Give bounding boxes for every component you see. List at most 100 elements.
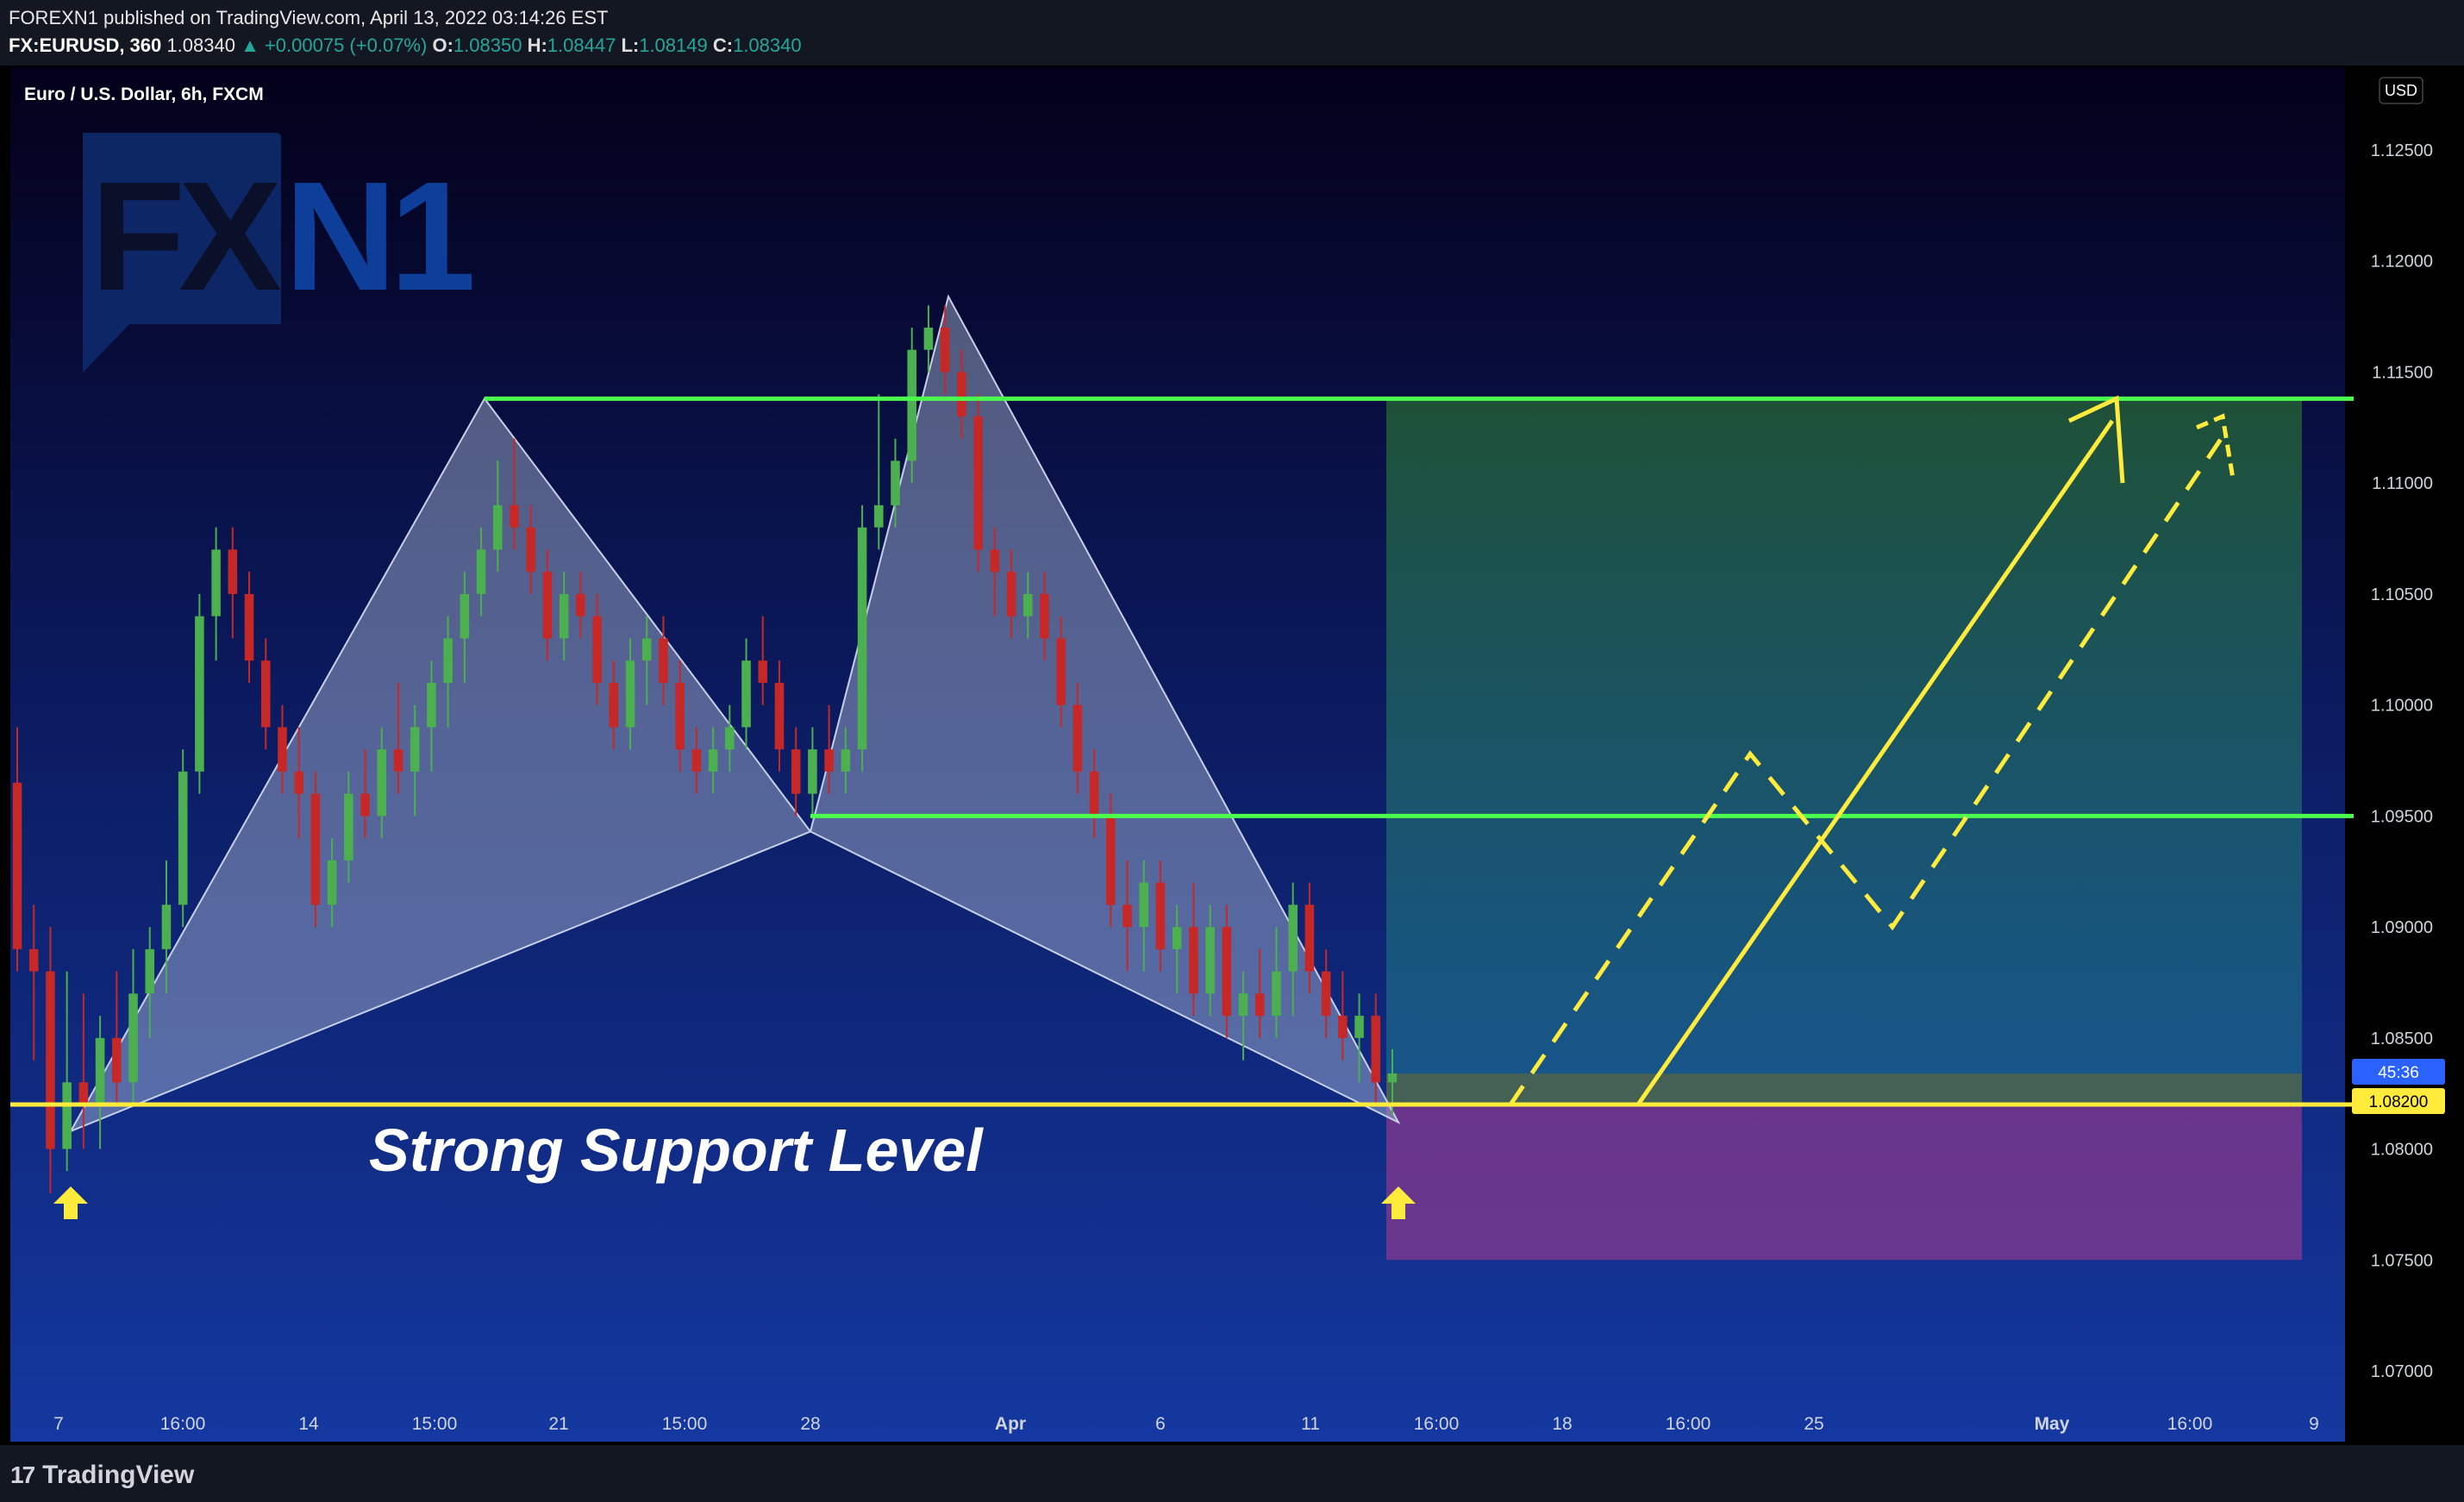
current-price-label: 1.08200 xyxy=(2369,1093,2429,1111)
candle-body xyxy=(62,1082,72,1149)
x-tick-label: 9 xyxy=(2309,1414,2319,1434)
candle-body xyxy=(1022,593,1033,616)
candle-body xyxy=(228,549,238,594)
candle-body xyxy=(1222,927,1232,1017)
candle-body xyxy=(493,504,503,550)
candle-body xyxy=(824,749,834,772)
candle-body xyxy=(1338,1016,1348,1038)
candle-body xyxy=(957,372,966,416)
candle-body xyxy=(28,948,39,972)
x-tick-label: 16:00 xyxy=(1414,1414,1460,1434)
x-tick-label: 18 xyxy=(1552,1414,1572,1434)
change: ▲ +0.00075 (+0.07%) xyxy=(241,34,428,56)
candle-body xyxy=(1387,1073,1398,1083)
y-tick-label: 1.07000 xyxy=(2371,1362,2433,1381)
candle-body xyxy=(327,860,337,905)
high-label: H: xyxy=(527,34,547,56)
brand-name: TradingView xyxy=(42,1461,195,1489)
low-value: 1.08149 xyxy=(639,34,708,56)
candle-body xyxy=(1155,882,1166,949)
x-tick-label: 15:00 xyxy=(412,1414,458,1434)
candle-body xyxy=(393,749,403,772)
candle-body xyxy=(641,638,652,661)
candle-body xyxy=(907,349,916,461)
candle-body xyxy=(1321,971,1331,1017)
candle-body xyxy=(808,749,817,794)
candle-body xyxy=(360,793,370,817)
candle-body xyxy=(476,549,486,594)
symbol[interactable]: FX:EURUSD, 360 xyxy=(9,34,161,56)
candle-body xyxy=(427,682,436,728)
x-tick-label: 11 xyxy=(1301,1414,1320,1434)
candle-body xyxy=(1189,927,1198,994)
candle-body xyxy=(260,660,271,728)
y-tick-label: 1.12500 xyxy=(2371,141,2433,160)
x-tick-label: 16:00 xyxy=(2167,1414,2213,1434)
candle-body xyxy=(161,904,172,949)
currency-badge[interactable]: USD xyxy=(2385,82,2417,99)
candle-body xyxy=(542,572,553,639)
footer: 17 TradingView xyxy=(0,1445,2464,1502)
candle-body xyxy=(95,1037,105,1105)
candle-body xyxy=(758,660,768,683)
x-tick-label: 15:00 xyxy=(662,1414,708,1434)
y-tick-label: 1.09500 xyxy=(2371,807,2433,826)
candle-body xyxy=(78,1082,89,1105)
candle-body xyxy=(691,749,702,772)
x-tick-label: 7 xyxy=(53,1414,64,1434)
tradingview-brand[interactable]: 17 TradingView xyxy=(10,1461,194,1490)
candle-body xyxy=(1139,882,1149,928)
y-tick-label: 1.12000 xyxy=(2371,253,2433,272)
y-tick-label: 1.10000 xyxy=(2371,697,2433,716)
candle-body xyxy=(46,971,55,1149)
low-label: L: xyxy=(621,34,640,56)
close-label: C: xyxy=(712,34,734,56)
support-annotation: Strong Support Level xyxy=(369,1117,984,1184)
candle-body xyxy=(973,416,983,550)
candle-body xyxy=(443,638,453,683)
candle-body xyxy=(195,616,204,772)
candle-body xyxy=(774,682,785,750)
candle-body xyxy=(145,948,155,994)
candle-body xyxy=(112,1037,122,1083)
y-tick-label: 1.10500 xyxy=(2371,585,2433,604)
x-tick-label: 21 xyxy=(548,1414,568,1434)
candle-body xyxy=(377,749,387,817)
candle-body xyxy=(294,771,303,794)
candle-body xyxy=(576,593,585,616)
ohlc-line: FX:EURUSD, 360 1.08340 ▲ +0.00075 (+0.07… xyxy=(9,34,802,57)
candle-body xyxy=(1288,904,1298,972)
x-tick-label: Apr xyxy=(995,1414,1026,1434)
candle-body xyxy=(460,593,470,639)
high-value: 1.08447 xyxy=(547,34,616,56)
y-tick-label: 1.09000 xyxy=(2371,918,2433,937)
candle-body xyxy=(211,549,221,616)
countdown: 45:36 xyxy=(2378,1064,2419,1082)
price-axis xyxy=(2345,67,2452,1442)
candle-body xyxy=(1354,1016,1364,1038)
candle-body xyxy=(659,638,668,683)
candle-body xyxy=(857,527,867,750)
candle-body xyxy=(940,327,950,372)
y-tick-label: 1.11500 xyxy=(2372,363,2433,382)
svg-text:FX: FX xyxy=(91,150,281,323)
x-tick-label: 16:00 xyxy=(1666,1414,1711,1434)
candle-body xyxy=(510,504,519,528)
y-tick-label: 1.08000 xyxy=(2371,1141,2433,1160)
candle-body xyxy=(741,660,751,728)
candle-body xyxy=(1106,816,1116,905)
x-tick-label: 14 xyxy=(298,1414,319,1434)
svg-text:N1: N1 xyxy=(285,150,472,323)
candle-body xyxy=(178,771,188,905)
publisher-line: FOREXN1 published on TradingView.com, Ap… xyxy=(9,7,609,28)
candle-body xyxy=(923,327,934,350)
candle-body xyxy=(625,660,635,728)
candle-body xyxy=(128,993,138,1083)
open-value: 1.08350 xyxy=(453,34,522,56)
x-tick-label: 16:00 xyxy=(160,1414,206,1434)
price-chart[interactable]: 1.12500 1.12000 1.11500 1.11000 1.10500 1.100… xyxy=(0,66,2464,1445)
candle-body xyxy=(791,749,801,794)
tradingview-logo-icon: 17 xyxy=(10,1461,35,1488)
candle-body xyxy=(1056,638,1066,705)
candle-body xyxy=(244,593,254,661)
